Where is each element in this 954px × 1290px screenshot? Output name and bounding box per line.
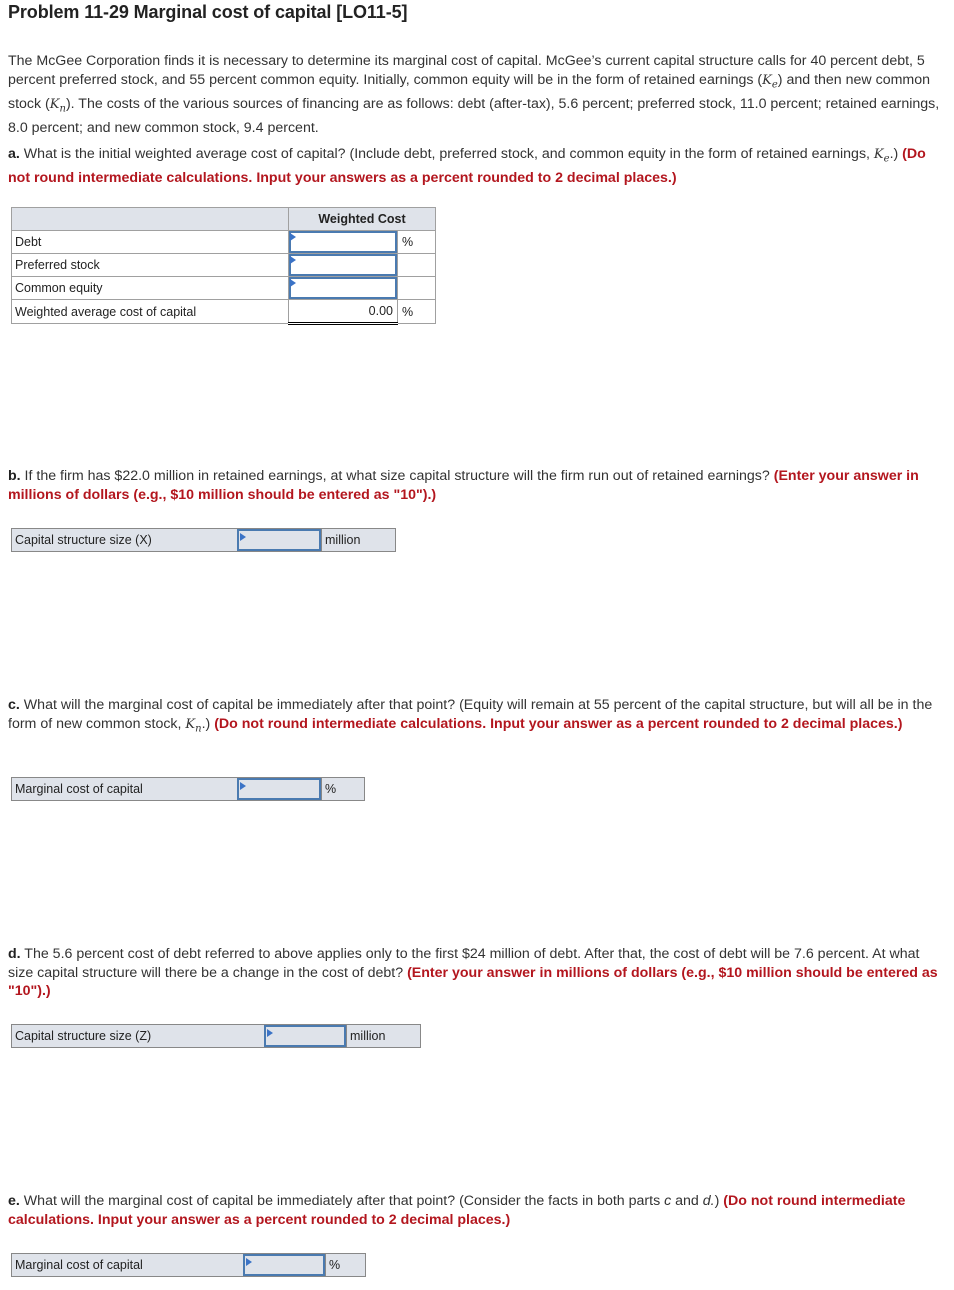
intro-text: ). The costs of the various sources of f… [8, 95, 940, 136]
part-ref-d: d. [702, 1193, 715, 1209]
row-label-wacc: Weighted average cost of capital [11, 299, 289, 324]
common-equity-weighted-cost-input[interactable] [289, 277, 397, 299]
part-a-text: What is the initial weighted average cos… [19, 146, 874, 162]
unit-label: % [397, 299, 436, 324]
flag-icon [267, 1029, 273, 1037]
unit-label: % [325, 1254, 365, 1276]
part-d-question: d. The 5.6 percent cost of debt referred… [8, 945, 943, 1001]
flag-icon [240, 782, 246, 790]
common-cell [288, 276, 398, 300]
ke-letter: K [762, 72, 772, 88]
wacc-table: Weighted Cost Debt % Preferred stock Com… [11, 207, 436, 325]
capital-structure-x-row: Capital structure size (X) million [11, 528, 396, 552]
table-row-total: Weighted average cost of capital 0.00 % [11, 299, 436, 325]
ke-symbol: Ke [762, 72, 778, 91]
kn-letter: K [185, 716, 196, 732]
capital-structure-x-label: Capital structure size (X) [15, 533, 152, 547]
ke-letter: K [873, 147, 884, 162]
row-label-debt: Debt [11, 230, 289, 254]
flag-icon [290, 233, 296, 241]
capital-structure-z-input[interactable] [266, 1027, 344, 1045]
flag-icon [240, 533, 246, 541]
unit-label [397, 276, 436, 300]
part-b-question: b. If the firm has $22.0 million in reta… [8, 467, 943, 504]
capital-structure-z-field [264, 1025, 346, 1047]
flag-icon [246, 1258, 252, 1266]
capital-structure-x-input[interactable] [239, 531, 319, 549]
part-c-instruction: (Do not round intermediate calculations.… [214, 715, 903, 732]
part-e-text: and [671, 1193, 703, 1209]
part-c-text: .) [201, 715, 215, 732]
part-e-question: e. What will the marginal cost of capita… [8, 1192, 943, 1229]
problem-title: Problem 11-29 Marginal cost of capital [… [8, 2, 408, 22]
flag-icon [290, 256, 296, 264]
unit-label: million [346, 1025, 420, 1047]
header-blank [11, 207, 289, 231]
unit-label: million [321, 529, 395, 551]
preferred-cell [288, 253, 398, 277]
unit-label [397, 253, 436, 277]
part-a-question: a. What is the initial weighted average … [8, 145, 943, 188]
marginal-cost-e-label: Marginal cost of capital [15, 1258, 143, 1272]
kn-symbol: Kn [185, 716, 201, 735]
debt-cell [288, 230, 398, 254]
part-a-text: .) [889, 146, 903, 162]
capital-structure-z-row: Capital structure size (Z) million [11, 1024, 421, 1048]
table-row: Debt % [11, 230, 436, 254]
kn-letter: K [49, 96, 60, 112]
weighted-cost-header: Weighted Cost [288, 207, 436, 231]
table-header-row: Weighted Cost [11, 207, 436, 231]
flag-icon [290, 279, 296, 287]
table-row: Preferred stock [11, 253, 436, 277]
part-e-letter: e. [8, 1193, 20, 1209]
marginal-cost-c-row: Marginal cost of capital % [11, 777, 365, 801]
unit-label: % [321, 778, 364, 800]
row-label-preferred-stock: Preferred stock [11, 253, 289, 277]
preferred-stock-weighted-cost-input[interactable] [289, 254, 397, 276]
part-d-letter: d. [8, 946, 21, 962]
part-a-letter: a. [8, 146, 20, 162]
capital-structure-x-field [237, 529, 321, 551]
marginal-cost-e-input[interactable] [245, 1256, 323, 1274]
part-c-letter: c. [8, 697, 20, 713]
part-b-text: If the firm has $22.0 million in retaine… [20, 468, 774, 484]
marginal-cost-e-field [243, 1254, 325, 1276]
capital-structure-z-label: Capital structure size (Z) [15, 1029, 152, 1043]
ke-symbol: Ke [873, 147, 890, 165]
part-e-text: ) [714, 1193, 724, 1209]
marginal-cost-c-label: Marginal cost of capital [15, 782, 143, 796]
part-c-question: c. What will the marginal cost of capita… [8, 696, 943, 739]
debt-weighted-cost-input[interactable] [289, 231, 397, 253]
table-row: Common equity [11, 276, 436, 300]
problem-intro: The McGee Corporation finds it is necess… [8, 52, 943, 137]
kn-symbol: Kn [49, 96, 66, 115]
part-b-letter: b. [8, 468, 21, 484]
unit-label: % [397, 230, 436, 254]
row-label-common-equity: Common equity [11, 276, 289, 300]
part-e-text: What will the marginal cost of capital b… [19, 1193, 665, 1209]
marginal-cost-e-row: Marginal cost of capital % [11, 1253, 366, 1277]
marginal-cost-c-field [237, 778, 321, 800]
wacc-total-value: 0.00 [288, 299, 398, 325]
marginal-cost-c-input[interactable] [239, 780, 319, 798]
